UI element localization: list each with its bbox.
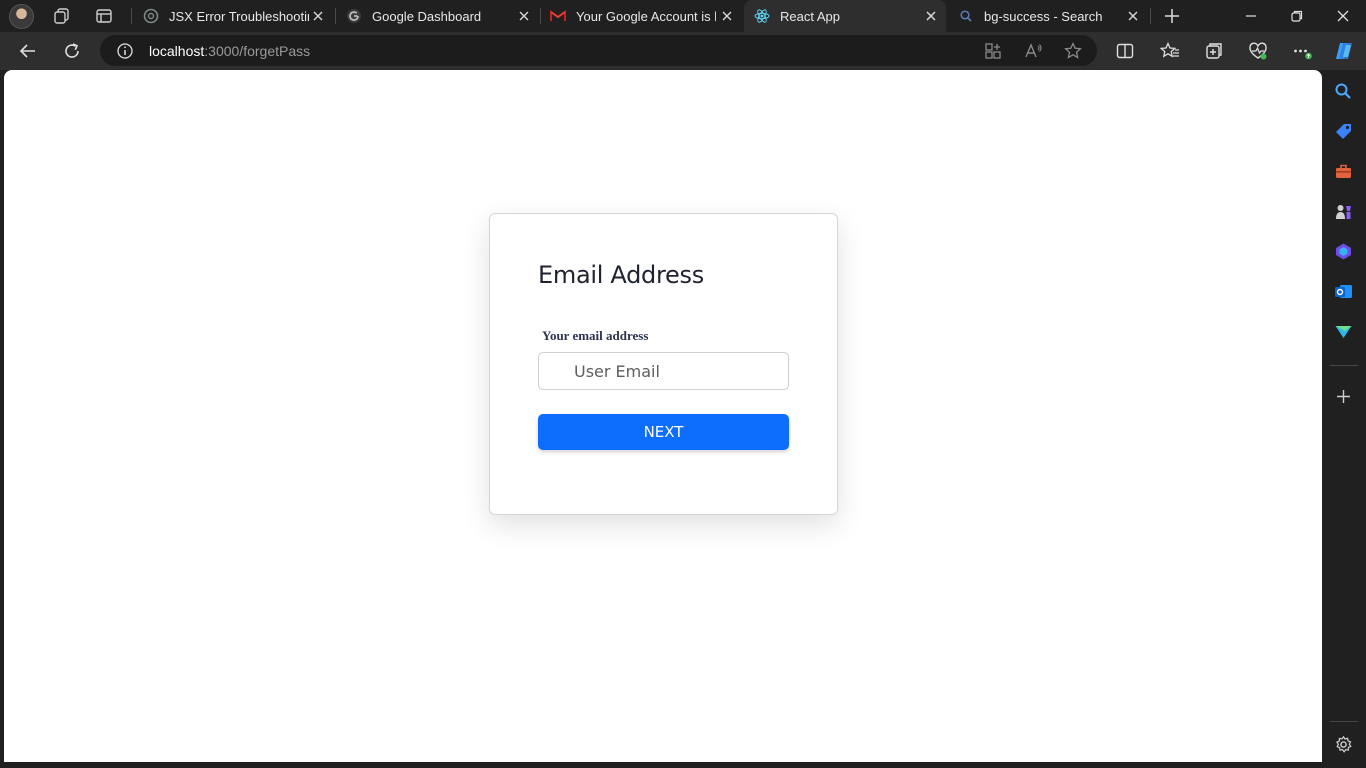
tab-bing-search[interactable]: bg-success - Search (948, 0, 1148, 32)
close-tab-icon[interactable] (517, 9, 531, 23)
email-field[interactable] (538, 352, 789, 390)
tab-separator (1150, 8, 1151, 24)
page-title: Email Address (538, 261, 704, 289)
favorite-star-icon[interactable] (1063, 41, 1083, 61)
chatgpt-icon (143, 8, 159, 24)
url-path: :3000/forgetPass (204, 43, 311, 59)
site-info-icon[interactable] (116, 42, 134, 60)
copilot-icon[interactable] (1333, 40, 1355, 62)
tab-title: Your Google Account is liv (576, 8, 716, 24)
back-icon[interactable] (18, 41, 38, 61)
tab-title: bg-success - Search (984, 8, 1103, 24)
browser-essentials-icon[interactable] (1248, 41, 1268, 61)
tools-icon[interactable] (1334, 162, 1353, 181)
profile-avatar[interactable] (9, 4, 34, 29)
games-icon[interactable] (1334, 202, 1353, 221)
add-sidebar-app-icon[interactable] (1334, 387, 1353, 406)
shopping-tag-icon[interactable] (1334, 122, 1353, 141)
tab-gmail[interactable]: Your Google Account is liv (540, 0, 742, 32)
app-available-icon[interactable] (983, 41, 1003, 61)
page-viewport: Email Address Your email address NEXT (4, 70, 1322, 762)
tab-title: React App (780, 8, 840, 24)
google-icon (347, 9, 361, 23)
tab-title: Google Dashboard (372, 8, 482, 24)
forgot-password-card: Email Address Your email address NEXT (489, 213, 838, 515)
close-tab-icon[interactable] (924, 9, 938, 23)
close-tab-icon[interactable] (1126, 9, 1140, 23)
collections-icon[interactable] (1204, 41, 1224, 61)
tab-react-app[interactable]: React App (744, 0, 946, 32)
close-window-icon[interactable] (1335, 8, 1351, 24)
tab-separator (131, 8, 132, 24)
edge-sidebar (1322, 70, 1366, 768)
read-aloud-icon[interactable] (1023, 41, 1043, 61)
gmail-icon (550, 10, 566, 21)
react-icon (754, 9, 770, 23)
next-button[interactable]: NEXT (538, 414, 789, 450)
close-tab-icon[interactable] (720, 9, 734, 23)
tab-title: JSX Error Troubleshooting (169, 8, 309, 24)
tab-google-dashboard[interactable]: Google Dashboard (336, 0, 539, 32)
split-screen-icon[interactable] (1115, 41, 1135, 61)
close-tab-icon[interactable] (311, 9, 325, 23)
tab-strip: JSX Error Troubleshooting Google Dashboa… (0, 0, 1366, 32)
more-options-icon[interactable] (1292, 41, 1312, 61)
url-host: localhost (149, 43, 205, 59)
favorites-icon[interactable] (1160, 41, 1180, 61)
minimize-icon[interactable] (1243, 8, 1259, 24)
microsoft-365-icon[interactable] (1334, 242, 1353, 261)
drop-icon[interactable] (1334, 322, 1353, 341)
sidebar-divider (1330, 721, 1358, 722)
search-icon (960, 10, 972, 22)
settings-gear-icon[interactable] (1334, 735, 1353, 754)
tab-actions-icon[interactable] (95, 7, 113, 25)
refresh-icon[interactable] (62, 41, 82, 61)
search-icon[interactable] (1334, 82, 1353, 101)
email-label: Your email address (542, 328, 649, 343)
restore-icon[interactable] (1289, 8, 1305, 24)
browser-toolbar: localhost:3000/forgetPass (0, 32, 1366, 70)
workspaces-icon[interactable] (53, 7, 71, 25)
outlook-icon[interactable] (1334, 282, 1353, 301)
url-text[interactable]: localhost:3000/forgetPass (149, 43, 310, 59)
address-bar[interactable]: localhost:3000/forgetPass (100, 35, 1097, 66)
window-bottom-edge (0, 762, 1322, 768)
tab-jsx-error[interactable]: JSX Error Troubleshooting (133, 0, 333, 32)
sidebar-divider (1330, 365, 1358, 366)
new-tab-icon[interactable] (1162, 6, 1182, 26)
